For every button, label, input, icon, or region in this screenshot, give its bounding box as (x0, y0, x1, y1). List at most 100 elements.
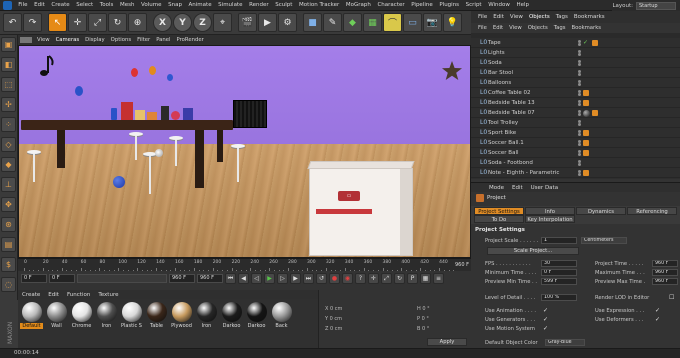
previous-frame-icon[interactable]: ◁ (251, 273, 262, 284)
material-menu-function[interactable]: Function (63, 292, 94, 298)
menu-sculpt[interactable]: Sculpt (272, 0, 296, 10)
param-key-icon[interactable]: P (407, 273, 418, 284)
camera-icon[interactable]: 📷 (423, 13, 442, 32)
array-icon[interactable]: ▦ (363, 13, 382, 32)
scale-key-icon[interactable]: ⤢ (381, 273, 392, 284)
attr-menu-edit[interactable]: Edit (508, 185, 527, 191)
material-swatch[interactable]: Darkoo (220, 299, 243, 329)
menu-select[interactable]: Select (73, 0, 97, 10)
coordinate-system-icon[interactable]: ⌖ (213, 13, 232, 32)
tag-icon[interactable] (592, 40, 598, 46)
rotate-icon[interactable]: ↻ (108, 13, 127, 32)
planar-workplane-icon[interactable]: ◌ (1, 277, 16, 292)
floor-icon[interactable]: ▭ (403, 13, 422, 32)
polygons-mode-icon[interactable]: ◆ (1, 157, 16, 172)
go-to-start-icon[interactable]: ⏮ (225, 273, 236, 284)
object-row[interactable]: L0 Coffee Table 02 (471, 88, 680, 98)
model-mode-icon[interactable]: ◧ (1, 57, 16, 72)
preview-min-field[interactable]: 599 F (541, 278, 577, 285)
menu-tools[interactable]: Tools (97, 0, 117, 10)
render-visibility-dot[interactable] (578, 43, 581, 46)
menu-character[interactable]: Character (374, 0, 408, 10)
go-to-end-icon[interactable]: ⏭ (303, 273, 314, 284)
timeline[interactable]: 0 20 40 60 80 100 120 140 160 180 200 220 240 260 280 3… (18, 258, 471, 272)
z-axis-button[interactable]: Z (193, 13, 212, 32)
tab-info[interactable]: Info (525, 207, 575, 215)
material-swatch[interactable]: Plywood (170, 299, 193, 329)
menu-simulate[interactable]: Simulate (215, 0, 246, 10)
project-time-field[interactable]: 960 F (652, 260, 678, 267)
object-row[interactable]: L0 Soccer Ball.1 (471, 138, 680, 148)
menu-volume[interactable]: Volume (138, 0, 165, 10)
menu-plugins[interactable]: Plugins (436, 0, 462, 10)
coord-h-field[interactable]: H 0 ° (417, 306, 430, 312)
enabled-check-icon[interactable]: ✓ (583, 39, 588, 46)
record-icon[interactable]: ● (329, 273, 340, 284)
object-row[interactable]: L0 Sport Bike (471, 128, 680, 138)
default-object-color-dropdown[interactable]: Gray-Blue (545, 339, 585, 346)
object-row[interactable]: L0 Bar Stool (471, 68, 680, 78)
subdivision-icon[interactable]: ◆ (343, 13, 362, 32)
menu-window[interactable]: Window (485, 0, 513, 10)
tab-view[interactable]: View (507, 14, 526, 20)
viewport-nav-icon[interactable] (20, 37, 32, 43)
lock-workplane-icon[interactable]: $ (1, 257, 16, 272)
material-tag-icon[interactable] (583, 109, 590, 117)
viewport-menu-panel[interactable]: Panel (153, 37, 173, 43)
fps-field[interactable]: 30 (541, 260, 577, 267)
menu-file[interactable]: File (15, 0, 31, 10)
attr-menu-mode[interactable]: Mode (485, 185, 508, 191)
rotation-key-icon[interactable]: ↻ (394, 273, 405, 284)
material-menu-texture[interactable]: Texture (94, 292, 122, 298)
play-icon[interactable]: ▶ (264, 273, 275, 284)
coord-b-field[interactable]: B 0 ° (417, 326, 429, 332)
previous-key-icon[interactable]: ◀ (238, 273, 249, 284)
object-row[interactable]: L0 Soda - Footbond (471, 158, 680, 168)
move-icon[interactable]: ✛ (68, 13, 87, 32)
tab-edit[interactable]: Edit (490, 14, 507, 20)
viewport-menu-filter[interactable]: Filter (134, 37, 153, 43)
object-row[interactable]: L0 Tape ✓ (471, 38, 680, 48)
level-of-detail-field[interactable]: 100 % (541, 294, 577, 301)
object-row[interactable]: L0 Soccer Ball (471, 148, 680, 158)
attr-menu-user-data[interactable]: User Data (527, 185, 562, 191)
scale-icon[interactable]: ⤢ (88, 13, 107, 32)
layout-dropdown[interactable]: Startup (636, 1, 676, 10)
tab-tags[interactable]: Tags (553, 14, 571, 20)
viewport-menu-display[interactable]: Display (82, 37, 108, 43)
light-icon[interactable]: 💡 (443, 13, 462, 32)
viewport-menu-prorender[interactable]: ProRender (174, 37, 207, 43)
use-animation-checkbox[interactable]: ✓ (543, 307, 548, 314)
current-frame-field[interactable]: 0 F (49, 274, 75, 283)
tab-objects[interactable]: Objects (526, 14, 553, 20)
menu-create[interactable]: Create (48, 0, 73, 10)
tab-referencing[interactable]: Referencing (627, 207, 677, 215)
tab-key-interpolation[interactable]: Key Interpolation (525, 215, 575, 223)
material-swatch[interactable]: Default (20, 299, 43, 329)
project-scale-field[interactable]: 1 (541, 237, 577, 244)
menu-pipeline[interactable]: Pipeline (408, 0, 436, 10)
enable-axis-icon[interactable]: ⊥ (1, 177, 16, 192)
redo-icon[interactable]: ↷ (23, 13, 42, 32)
start-frame-field[interactable]: 0 F (21, 274, 47, 283)
material-swatch[interactable]: Chrome (70, 299, 93, 329)
y-axis-button[interactable]: Y (173, 13, 192, 32)
axis-mode-icon[interactable]: ✢ (1, 97, 16, 112)
bend-icon[interactable]: ⌒ (383, 13, 402, 32)
object-icon[interactable]: ⊕ (128, 13, 147, 32)
live-select-icon[interactable]: ↖ (48, 13, 67, 32)
tab-bookmarks[interactable]: Bookmarks (571, 14, 608, 20)
position-key-icon[interactable]: ✛ (368, 273, 379, 284)
coord-x-field[interactable]: X 0 cm (325, 306, 342, 312)
object-row[interactable]: L0 Tool Trolley (471, 118, 680, 128)
object-row[interactable]: L0 Lights (471, 48, 680, 58)
viewport-menu-cameras[interactable]: Cameras (53, 37, 83, 43)
render-settings-icon[interactable]: ⚙ (278, 13, 297, 32)
material-swatch[interactable]: Wall (45, 299, 68, 329)
project-scale-unit-dropdown[interactable]: Centimeters (581, 237, 627, 244)
menu-motion-tracker[interactable]: Motion Tracker (296, 0, 343, 10)
render-visibility-dot[interactable] (578, 93, 581, 96)
material-swatch[interactable]: Table (145, 299, 168, 329)
minimum-time-field[interactable]: 0 F (541, 269, 577, 276)
material-swatch[interactable]: Darkoo (245, 299, 268, 329)
